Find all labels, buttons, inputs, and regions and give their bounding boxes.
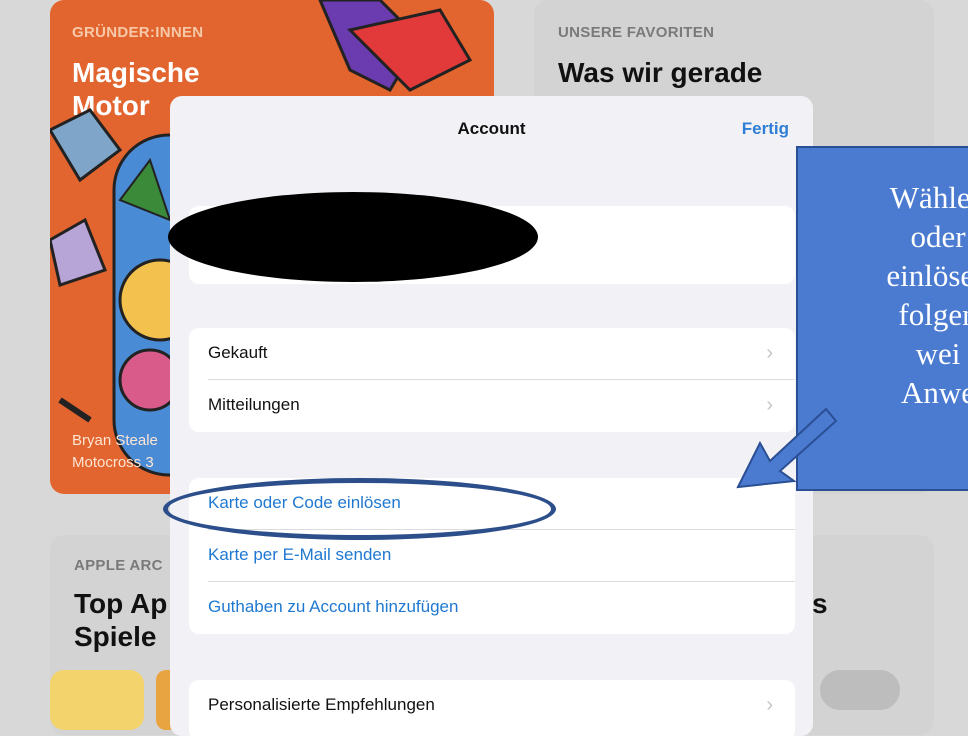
get-button[interactable] <box>820 670 900 710</box>
card-subtitle: Bryan Steale Motocross 3 <box>72 430 158 474</box>
row-label: Personalisierte Empfehlungen <box>208 695 435 714</box>
chevron-right-icon: › <box>766 342 773 364</box>
done-button[interactable]: Fertig <box>742 119 789 139</box>
send-gift-card-link[interactable]: Karte per E-Mail senden <box>189 530 795 582</box>
card-subtitle-line2: Motocross 3 <box>72 454 154 471</box>
card-title-partial: s <box>812 588 828 619</box>
row-purchased[interactable]: Gekauft › <box>189 328 795 380</box>
account-sheet: Account Fertig Gekauft › Mitteilungen › … <box>170 96 813 736</box>
row-label: Gekauft <box>208 343 268 362</box>
game-icon[interactable] <box>50 670 144 730</box>
redaction-blob <box>168 192 538 282</box>
arrow-icon <box>736 407 838 489</box>
sheet-header: Account Fertig <box>170 96 813 166</box>
row-personalized-recommendations[interactable]: Personalisierte Empfehlungen › <box>189 680 795 732</box>
row-label: Karte per E-Mail senden <box>208 545 392 564</box>
account-group-1: Gekauft › Mitteilungen › <box>189 328 795 432</box>
card-category: UNSERE FAVORITEN <box>558 24 715 41</box>
row-label: Mitteilungen <box>208 395 300 414</box>
chevron-right-icon: › <box>766 694 773 716</box>
callout-text: Wählen oder einlösen folgen wei Anwe <box>886 180 968 410</box>
card-category: APPLE ARC <box>74 557 163 574</box>
highlight-oval <box>163 478 556 540</box>
row-label: Guthaben zu Account hinzufügen <box>208 597 459 616</box>
add-funds-link[interactable]: Guthaben zu Account hinzufügen <box>189 582 795 634</box>
row-notifications[interactable]: Mitteilungen › <box>189 380 795 432</box>
account-group-3: Personalisierte Empfehlungen › <box>189 680 795 736</box>
card-subtitle-line1: Bryan Steale <box>72 432 158 449</box>
sheet-title: Account <box>457 119 526 138</box>
card-title: Was wir gerade <box>558 57 763 88</box>
